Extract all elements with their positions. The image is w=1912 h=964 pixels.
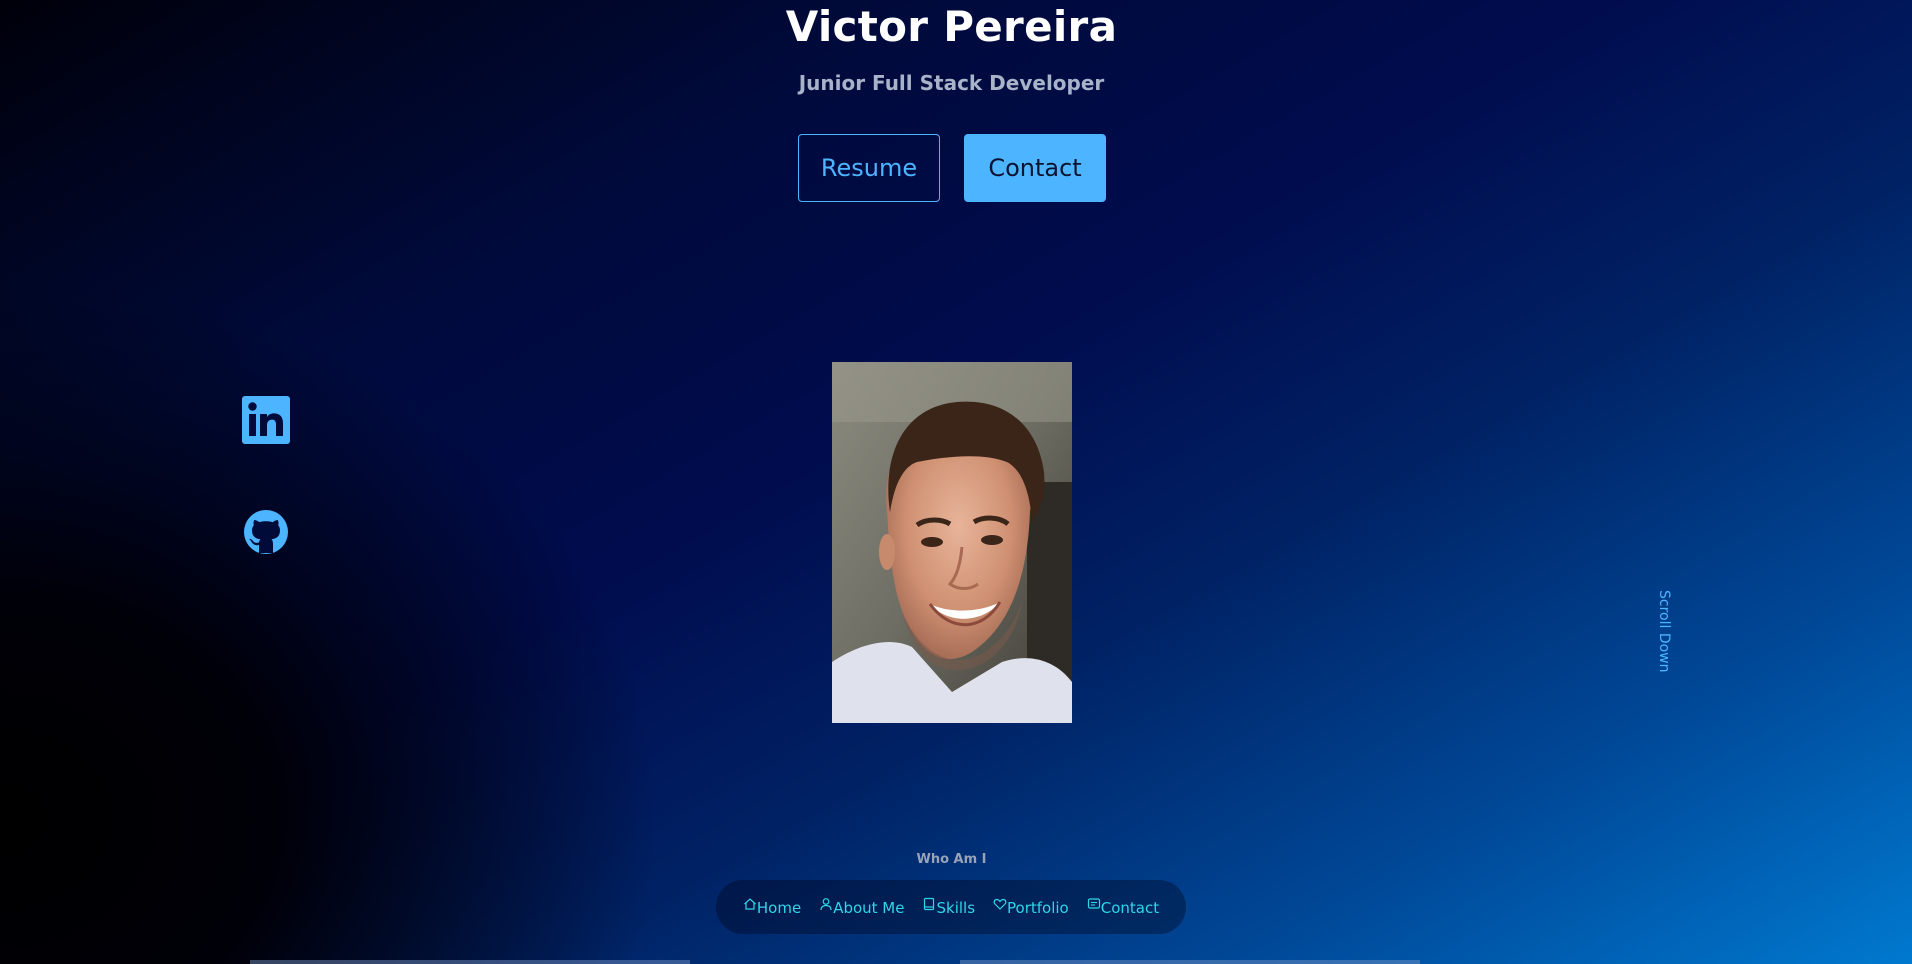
nav-item-label: About Me	[833, 899, 905, 917]
linkedin-link[interactable]	[242, 396, 290, 444]
nav-item-label: Contact	[1100, 899, 1160, 917]
nav-item-label: Portfolio	[1007, 899, 1069, 917]
nav-item-home[interactable]: Home	[743, 897, 801, 917]
linkedin-icon	[242, 396, 290, 444]
nav-item-label: Skills	[936, 899, 976, 917]
resume-button[interactable]: Resume	[798, 134, 940, 202]
divider-right	[960, 960, 1420, 964]
divider-left	[250, 960, 690, 964]
nav-item-about[interactable]: About Me	[819, 897, 904, 917]
bottom-navbar: Home About Me Skills Portfolio Contact	[716, 880, 1186, 934]
scroll-down-link[interactable]: Scroll Down	[1656, 590, 1672, 673]
section-label: Who Am I	[916, 852, 987, 867]
nav-item-contact[interactable]: Contact	[1087, 897, 1159, 917]
profile-photo	[832, 362, 1072, 723]
nav-item-label: Home	[756, 899, 802, 917]
home-icon	[743, 898, 756, 910]
page-title: Victor Pereira	[785, 2, 1118, 51]
heart-icon	[993, 898, 1007, 910]
github-icon	[244, 510, 288, 554]
book-icon	[924, 897, 935, 911]
nav-item-skills[interactable]: Skills	[922, 897, 975, 917]
nav-item-portfolio[interactable]: Portfolio	[993, 897, 1069, 917]
github-link[interactable]	[242, 508, 290, 556]
page-subtitle: Junior Full Stack Developer	[798, 71, 1105, 95]
message-icon	[1087, 898, 1100, 909]
user-icon	[820, 898, 832, 911]
contact-button[interactable]: Contact	[964, 134, 1106, 202]
